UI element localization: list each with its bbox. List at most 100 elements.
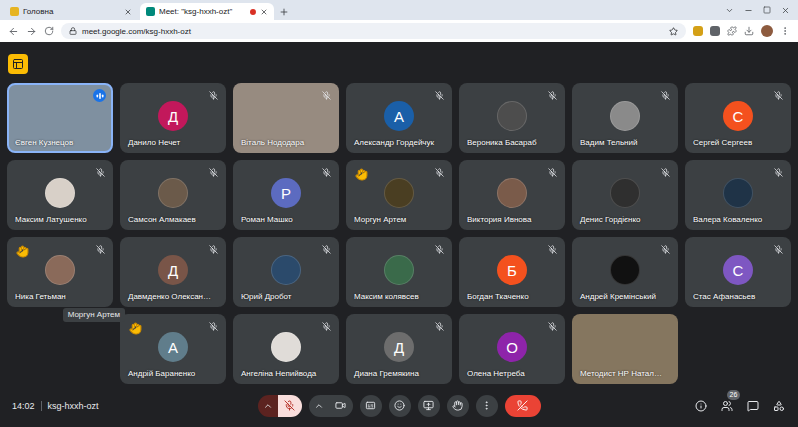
letter-avatar: О: [497, 332, 527, 362]
mic-off-icon: [661, 91, 670, 100]
participant-tile[interactable]: ССтас Афанасьев: [685, 237, 791, 307]
leave-call-button[interactable]: [505, 395, 541, 417]
muted-badge: [94, 243, 106, 255]
participant-tile[interactable]: Вероника Басараб: [459, 83, 565, 153]
participant-tile[interactable]: ССергей Сергеев: [685, 83, 791, 153]
reload-icon[interactable]: [44, 26, 54, 36]
participant-tile[interactable]: Вадим Тельний: [572, 83, 678, 153]
tab-strip: ГоловнаMeet: "ksg-hxxh-ozt": [0, 0, 798, 20]
mic-button[interactable]: [278, 395, 302, 417]
photo-avatar: [610, 101, 640, 131]
menu-icon[interactable]: [780, 26, 790, 36]
mic-off-icon: [322, 322, 331, 331]
bookmark-star-icon[interactable]: [669, 27, 678, 36]
layout-button[interactable]: [8, 54, 28, 74]
avatar-area: [235, 95, 337, 137]
more-options-button[interactable]: [476, 395, 498, 417]
participant-tile[interactable]: ДДанило Нечет: [120, 83, 226, 153]
avatar-area: [574, 249, 676, 291]
participant-name: Давмденко Олексан…: [122, 291, 224, 305]
participant-name: Євген Кузнецов: [9, 137, 111, 151]
participant-tile[interactable]: ААндрій Бараненко: [120, 314, 226, 384]
extension-icon[interactable]: [693, 26, 703, 36]
muted-badge: [94, 166, 106, 178]
avatar-area: [122, 172, 224, 214]
site-info-icon[interactable]: [69, 27, 77, 35]
back-icon[interactable]: [8, 26, 19, 37]
minimize-icon[interactable]: [744, 6, 753, 15]
participant-name: Данило Нечет: [122, 137, 224, 151]
divider: [41, 401, 42, 411]
participant-name: Сергей Сергеев: [687, 137, 789, 151]
participant-tile[interactable]: Андрей Кремінський: [572, 237, 678, 307]
participant-tile[interactable]: Виктория Ивнова: [459, 160, 565, 230]
participant-tile[interactable]: Віталь Нододара: [233, 83, 339, 153]
participant-tile[interactable]: Методист НР Натал…: [572, 314, 678, 384]
letter-avatar: А: [384, 101, 414, 131]
extensions-puzzle-icon[interactable]: [727, 26, 737, 36]
participant-tile[interactable]: РРоман Машко: [233, 160, 339, 230]
address-bar[interactable]: meet.google.com/ksg-hxxh-ozt: [61, 23, 686, 39]
profile-avatar[interactable]: [761, 25, 773, 37]
photo-avatar: [271, 255, 301, 285]
mic-off-icon: [284, 400, 295, 411]
participant-tile[interactable]: Максим Латушенко: [7, 160, 113, 230]
participant-tile[interactable]: Денис Гордієнко: [572, 160, 678, 230]
extension-icon[interactable]: [710, 26, 720, 36]
photo-avatar: [610, 255, 640, 285]
camera-icon: [335, 400, 346, 411]
maximize-icon[interactable]: [763, 6, 771, 14]
video-options-button[interactable]: [309, 395, 329, 417]
reactions-button[interactable]: [389, 395, 411, 417]
participant-tile[interactable]: Максим колявсев: [346, 237, 452, 307]
forward-icon[interactable]: [26, 26, 37, 37]
participant-name: Вероника Басараб: [461, 137, 563, 151]
present-button[interactable]: [418, 395, 440, 417]
camera-control: [309, 395, 353, 417]
participant-name: Андрей Кремінський: [574, 291, 676, 305]
tab-search-icon[interactable]: [725, 6, 734, 15]
camera-button[interactable]: [329, 395, 353, 417]
participant-tile[interactable]: Моргун Артем: [346, 160, 452, 230]
chat-button[interactable]: [746, 399, 760, 413]
captions-button[interactable]: [360, 395, 382, 417]
avatar-area: Р: [235, 172, 337, 214]
audio-options-button[interactable]: [258, 395, 278, 417]
close-window-icon[interactable]: [781, 6, 790, 15]
avatar-area: [687, 172, 789, 214]
participant-tile[interactable]: Ника ГетьманМоргун Артем: [7, 237, 113, 307]
participant-tile[interactable]: Ангеліна Непийвода: [233, 314, 339, 384]
avatar-area: [574, 326, 676, 368]
close-icon[interactable]: [124, 8, 132, 16]
info-button[interactable]: [694, 399, 708, 413]
participant-tile[interactable]: ББогдан Ткаченко: [459, 237, 565, 307]
muted-badge: [659, 166, 671, 178]
muted-badge: [546, 243, 558, 255]
close-icon[interactable]: [260, 8, 268, 16]
activities-button[interactable]: [772, 399, 786, 413]
participant-tile[interactable]: ДДиана Гремякина: [346, 314, 452, 384]
participant-tile[interactable]: ДДавмденко Олексан…: [120, 237, 226, 307]
browser-window: ГоловнаMeet: "ksg-hxxh-ozt" meet.google.c…: [0, 0, 798, 427]
people-button[interactable]: 26: [720, 399, 734, 413]
side-panel-controls: 26: [541, 399, 787, 413]
participant-tile[interactable]: Юрий Дробот: [233, 237, 339, 307]
participant-tile[interactable]: Валера Коваленко: [685, 160, 791, 230]
muted-badge: [659, 89, 671, 101]
participant-tile[interactable]: Євген Кузнецов: [7, 83, 113, 153]
letter-avatar: Д: [384, 332, 414, 362]
speaking-icon: [96, 92, 104, 100]
mic-off-icon: [209, 322, 218, 331]
avatar-area: [235, 249, 337, 291]
new-tab-button[interactable]: [276, 3, 292, 20]
participant-name: Денис Гордієнко: [574, 214, 676, 228]
participant-tile[interactable]: Самсон Алмакаев: [120, 160, 226, 230]
participant-name: Моргун Артем: [348, 214, 450, 228]
download-icon[interactable]: [744, 26, 754, 36]
raise-hand-button[interactable]: [447, 395, 469, 417]
browser-tab[interactable]: Meet: "ksg-hxxh-ozt": [140, 3, 274, 20]
participant-tile[interactable]: ААлександр Гордейчук: [346, 83, 452, 153]
participant-tile[interactable]: ООлена Нетреба: [459, 314, 565, 384]
browser-tab[interactable]: Головна: [4, 3, 138, 20]
avatar-area: [9, 172, 111, 214]
